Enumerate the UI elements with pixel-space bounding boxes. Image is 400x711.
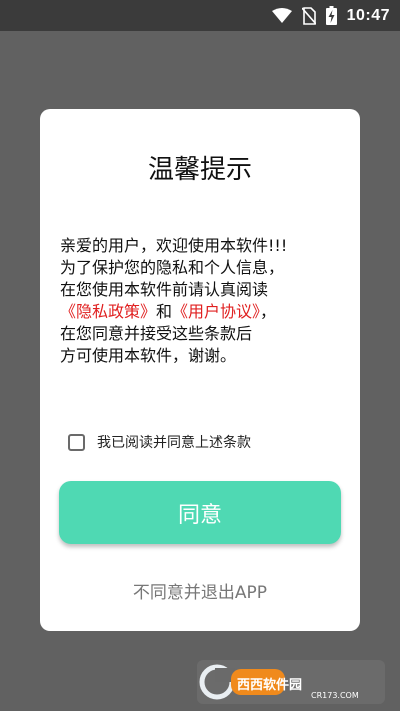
watermark-brand: 西西软件园: [237, 677, 302, 693]
body-line-3: 在您使用本软件前请认真阅读: [60, 280, 269, 299]
watermark-logo: 西西软件园 CR173.COM: [197, 660, 385, 704]
body-line-links: 《隐私政策》和《用户协议》，: [60, 301, 350, 323]
privacy-dialog: 温馨提示 亲爱的用户，欢迎使用本软件!!! 为了保护您的隐私和个人信息， 在您使…: [40, 109, 360, 631]
battery-charging-icon: [325, 6, 337, 25]
no-sim-icon: [301, 6, 316, 25]
watermark-url: CR173.COM: [311, 691, 359, 700]
privacy-policy-link[interactable]: 《隐私政策》: [60, 302, 156, 321]
dialog-body: 亲爱的用户，欢迎使用本软件!!! 为了保护您的隐私和个人信息， 在您使用本软件前…: [60, 235, 350, 367]
status-time: 10:47: [346, 6, 390, 24]
body-line-5: 方可使用本软件，谢谢。: [60, 346, 237, 365]
wifi-icon: [271, 7, 292, 23]
dialog-title: 温馨提示: [147, 155, 252, 185]
status-icons: 10:47: [271, 0, 390, 31]
agree-checkbox-label[interactable]: 我已阅读并同意上述条款: [97, 432, 251, 452]
status-bar: 10:47: [0, 0, 400, 31]
link-comma: ，: [260, 302, 277, 321]
agree-checkbox-row[interactable]: 我已阅读并同意上述条款: [68, 429, 251, 455]
agree-button[interactable]: 同意: [59, 481, 341, 544]
body-line-4: 在您同意并接受这些条款后: [60, 324, 253, 343]
agree-checkbox[interactable]: [68, 433, 85, 451]
user-agreement-link[interactable]: 《用户协议》: [172, 302, 260, 321]
disagree-exit-link[interactable]: 不同意并退出APP: [40, 578, 360, 603]
body-line-1: 亲爱的用户，欢迎使用本软件!!!: [60, 236, 288, 255]
body-line-2: 为了保护您的隐私和个人信息，: [60, 258, 285, 277]
and-text: 和: [156, 302, 173, 321]
